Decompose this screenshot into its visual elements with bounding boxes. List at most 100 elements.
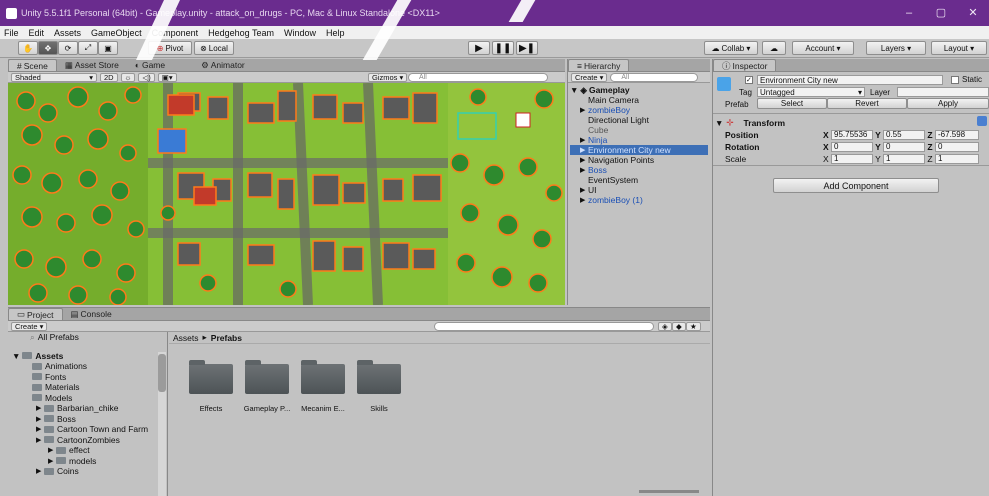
expand-arrow-icon[interactable]: ▶ [36,425,44,433]
asset-folder[interactable]: Fonts [8,372,167,383]
minimize-button[interactable]: – [893,0,925,26]
breadcrumb-prefabs[interactable]: Prefabs [211,333,242,343]
tab-scene[interactable]: # Scene [8,59,57,71]
filter-type-icon[interactable]: ◈ [658,321,672,331]
hierarchy-root-scene[interactable]: ▼ ◈ Gameplay [570,85,708,96]
folder-item[interactable]: Skills [351,360,407,413]
menu-help[interactable]: Help [326,28,345,38]
menu-gameobject[interactable]: GameObject [91,28,142,38]
project-search-input[interactable] [434,321,654,331]
expand-arrow-icon[interactable]: ▶ [580,106,588,114]
hierarchy-item[interactable]: Cube [570,125,708,135]
asset-folder[interactable]: ▶ Cartoon Town and Farm [8,424,167,435]
maximize-button[interactable]: ▢ [925,0,957,26]
prefab-apply-button[interactable]: Apply [907,98,989,109]
folder-item[interactable]: Gameplay P... [239,360,295,413]
scale-tool-button[interactable]: ⤢ [78,41,98,55]
asset-folder[interactable]: ▶ Coins [8,466,167,477]
folder-item[interactable]: Effects [183,360,239,413]
tab-project[interactable]: ▭ Project [8,308,63,320]
rotation-z-field[interactable]: 0 [935,141,979,152]
asset-folder[interactable]: Models [8,393,167,404]
local-toggle[interactable]: ⊗ Local [194,41,234,55]
scene-search-input[interactable]: All [408,72,548,82]
hierarchy-item[interactable]: Main Camera [570,95,708,105]
breadcrumb-assets[interactable]: Assets [173,333,199,343]
hierarchy-item[interactable]: ▶ zombieBoy (1) [570,195,708,205]
scale-x-field[interactable]: 1 [831,153,873,164]
tag-dropdown[interactable]: Untagged ▾ [757,87,865,97]
expand-arrow-icon[interactable]: ▶ [48,446,56,454]
pause-button[interactable]: ❚❚ [492,41,514,55]
expand-arrow-icon[interactable]: ▶ [36,404,44,412]
expand-arrow-icon[interactable]: ▶ [580,196,588,204]
prefab-select-button[interactable]: Select [757,98,827,109]
effects-toggle-icon[interactable]: ▣▾ [157,72,177,82]
rotation-y-field[interactable]: 0 [883,141,925,152]
scale-z-field[interactable]: 1 [935,153,979,164]
hierarchy-create-dropdown[interactable]: Create ▾ [571,72,608,82]
position-y-field[interactable]: 0.55 [883,129,925,140]
tab-animator[interactable]: ⚙ Animator [193,59,253,71]
hierarchy-item[interactable]: ▶ Environment City new [570,145,708,155]
rotate-tool-button[interactable]: ⟳ [58,41,78,55]
asset-folder[interactable]: ▶ models [8,456,167,467]
favorite-all-prefabs[interactable]: ⌕ All Prefabs [8,332,167,343]
object-name-field[interactable]: Environment City new [757,75,943,85]
hierarchy-search-input[interactable]: All [610,72,699,82]
rotation-x-field[interactable]: 0 [831,141,873,152]
position-x-field[interactable]: 95.75536 [831,129,873,140]
project-create-dropdown[interactable]: Create ▾ [11,321,48,331]
move-tool-button[interactable]: ✥ [38,41,58,55]
transform-header[interactable]: ▼ ⊹ Transform [715,117,785,128]
asset-folder[interactable]: Materials [8,382,167,393]
scene-viewport[interactable] [8,83,565,305]
filter-label-icon[interactable]: ◆ [672,321,686,331]
asset-folder[interactable]: ▶ CartoonZombies [8,435,167,446]
expand-arrow-icon[interactable]: ▶ [580,146,588,154]
expand-arrow-icon[interactable]: ▶ [36,467,44,475]
tab-hierarchy[interactable]: ≡ Hierarchy [568,59,630,71]
tab-inspector[interactable]: ⓘ Inspector [713,59,777,71]
menu-assets[interactable]: Assets [54,28,81,38]
expand-arrow-icon[interactable]: ▶ [580,136,588,144]
step-button[interactable]: ▶❚ [516,41,538,55]
menu-hedgehog-team[interactable]: Hedgehog Team [208,28,274,38]
cloud-services-button[interactable]: ☁ [762,41,786,55]
asset-folder[interactable]: Animations [8,361,167,372]
play-button[interactable]: ▶ [468,41,490,55]
assets-root-folder[interactable]: ▼ Assets [8,351,167,362]
hierarchy-item[interactable]: ▶ Boss [570,165,708,175]
layers-dropdown[interactable]: Layers ▾ [866,41,926,55]
hierarchy-item[interactable]: ▶ Ninja [570,135,708,145]
static-checkbox[interactable] [951,76,959,84]
active-checkbox[interactable]: ✓ [745,76,753,84]
collab-dropdown[interactable]: ☁ Collab ▾ [704,41,758,55]
favorite-icon[interactable]: ★ [686,321,701,331]
account-dropdown[interactable]: Account ▾ [792,41,854,55]
expand-arrow-icon[interactable]: ▶ [48,457,56,465]
rect-tool-button[interactable]: ▣ [98,41,118,55]
audio-toggle-icon[interactable]: ◁) [138,72,155,82]
hierarchy-item[interactable]: ▶ UI [570,185,708,195]
menu-edit[interactable]: Edit [29,28,45,38]
folder-item[interactable]: Mecanim E... [295,360,351,413]
expand-arrow-icon[interactable]: ▶ [580,166,588,174]
hierarchy-item[interactable]: ▶ zombieBoy [570,105,708,115]
help-icon[interactable] [977,116,987,126]
tree-scrollbar-thumb[interactable] [158,354,166,392]
lighting-toggle-icon[interactable]: ☼ [120,72,136,82]
tab-console[interactable]: ▤ Console [63,308,120,320]
asset-folder[interactable]: ▶ effect [8,445,167,456]
close-button[interactable]: ✕ [957,0,989,26]
zoom-slider[interactable] [639,490,699,493]
tab-asset-store[interactable]: ▦ Asset Store [57,59,127,71]
expand-arrow-icon[interactable]: ▶ [580,156,588,164]
position-z-field[interactable]: -67.598 [935,129,979,140]
toggle-2d-button[interactable]: 2D [100,72,118,82]
hand-tool-button[interactable]: ✋ [18,41,38,55]
gizmos-dropdown[interactable]: Gizmos ▾ [368,72,408,82]
tab-game[interactable]: ◐ Game [127,59,173,71]
hierarchy-item[interactable]: ▶ Navigation Points [570,155,708,165]
scale-y-field[interactable]: 1 [883,153,925,164]
